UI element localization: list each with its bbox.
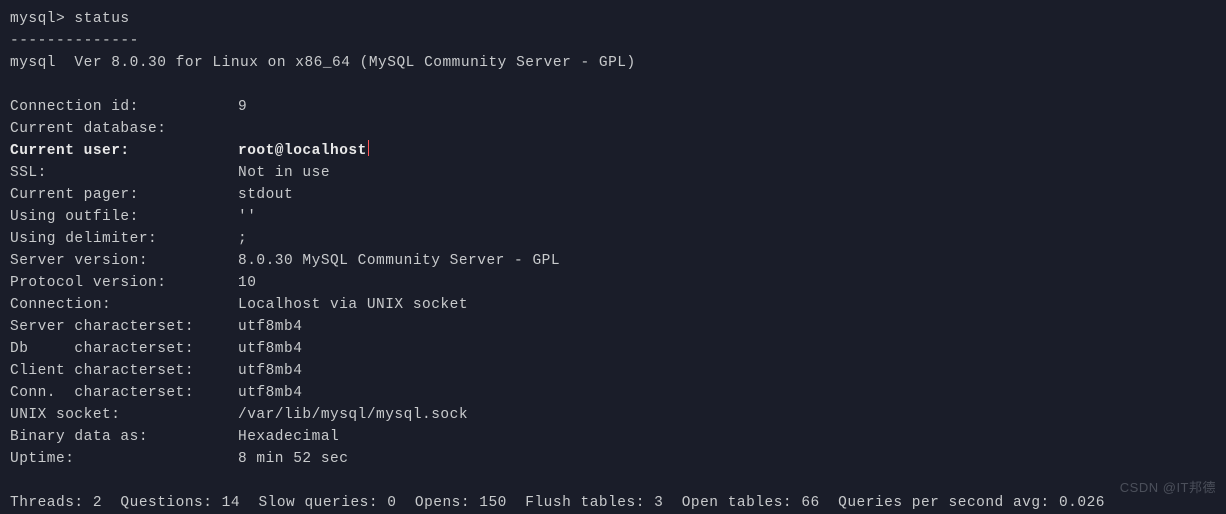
status-value: /var/lib/mysql/mysql.sock	[238, 404, 468, 426]
status-row: SSL:Not in use	[10, 162, 1216, 184]
status-label: Current user:	[10, 140, 238, 162]
status-label: Connection:	[10, 294, 238, 316]
watermark: CSDN @IT邦德	[1120, 477, 1216, 499]
status-row: Current database:	[10, 118, 1216, 140]
status-value: stdout	[238, 184, 293, 206]
status-row: Current user:root@localhost	[10, 140, 1216, 162]
status-row: Client characterset:utf8mb4	[10, 360, 1216, 382]
status-value: Not in use	[238, 162, 330, 184]
status-label: Conn. characterset:	[10, 382, 238, 404]
status-row: UNIX socket:/var/lib/mysql/mysql.sock	[10, 404, 1216, 426]
prompt-line: mysql> status	[10, 8, 1216, 30]
status-value: utf8mb4	[238, 360, 302, 382]
status-row: Current pager:stdout	[10, 184, 1216, 206]
status-label: Protocol version:	[10, 272, 238, 294]
status-value: Hexadecimal	[238, 426, 339, 448]
status-label: Connection id:	[10, 96, 238, 118]
status-row: Connection id:9	[10, 96, 1216, 118]
status-row: Db characterset:utf8mb4	[10, 338, 1216, 360]
status-label: Client characterset:	[10, 360, 238, 382]
status-row: Server version:8.0.30 MySQL Community Se…	[10, 250, 1216, 272]
status-value: 10	[238, 272, 256, 294]
status-output: Connection id:9Current database:Current …	[10, 96, 1216, 470]
status-label: UNIX socket:	[10, 404, 238, 426]
status-label: Current database:	[10, 118, 238, 140]
text-cursor	[368, 140, 369, 156]
status-row: Protocol version:10	[10, 272, 1216, 294]
mysql-prompt: mysql>	[10, 11, 74, 27]
status-value: 8.0.30 MySQL Community Server - GPL	[238, 250, 560, 272]
status-row: Uptime:8 min 52 sec	[10, 448, 1216, 470]
status-row: Using outfile:''	[10, 206, 1216, 228]
status-label: Binary data as:	[10, 426, 238, 448]
status-row: Binary data as:Hexadecimal	[10, 426, 1216, 448]
status-value: utf8mb4	[238, 316, 302, 338]
status-value: ''	[238, 206, 256, 228]
status-label: Db characterset:	[10, 338, 238, 360]
status-value: utf8mb4	[238, 338, 302, 360]
blank-line	[10, 74, 1216, 96]
status-row: Connection:Localhost via UNIX socket	[10, 294, 1216, 316]
status-value: 9	[238, 96, 247, 118]
status-row: Using delimiter:;	[10, 228, 1216, 250]
status-value: utf8mb4	[238, 382, 302, 404]
status-value: Localhost via UNIX socket	[238, 294, 468, 316]
status-value: root@localhost	[238, 140, 367, 162]
status-label: Server characterset:	[10, 316, 238, 338]
command-input[interactable]: status	[74, 11, 129, 27]
divider-line: --------------	[10, 30, 1216, 52]
status-label: Using outfile:	[10, 206, 238, 228]
status-row: Conn. characterset:utf8mb4	[10, 382, 1216, 404]
status-value: 8 min 52 sec	[238, 448, 348, 470]
status-value: ;	[238, 228, 247, 250]
version-line: mysql Ver 8.0.30 for Linux on x86_64 (My…	[10, 52, 1216, 74]
status-label: Uptime:	[10, 448, 238, 470]
status-label: Server version:	[10, 250, 238, 272]
status-label: Current pager:	[10, 184, 238, 206]
status-label: Using delimiter:	[10, 228, 238, 250]
status-row: Server characterset:utf8mb4	[10, 316, 1216, 338]
status-label: SSL:	[10, 162, 238, 184]
blank-line	[10, 470, 1216, 492]
